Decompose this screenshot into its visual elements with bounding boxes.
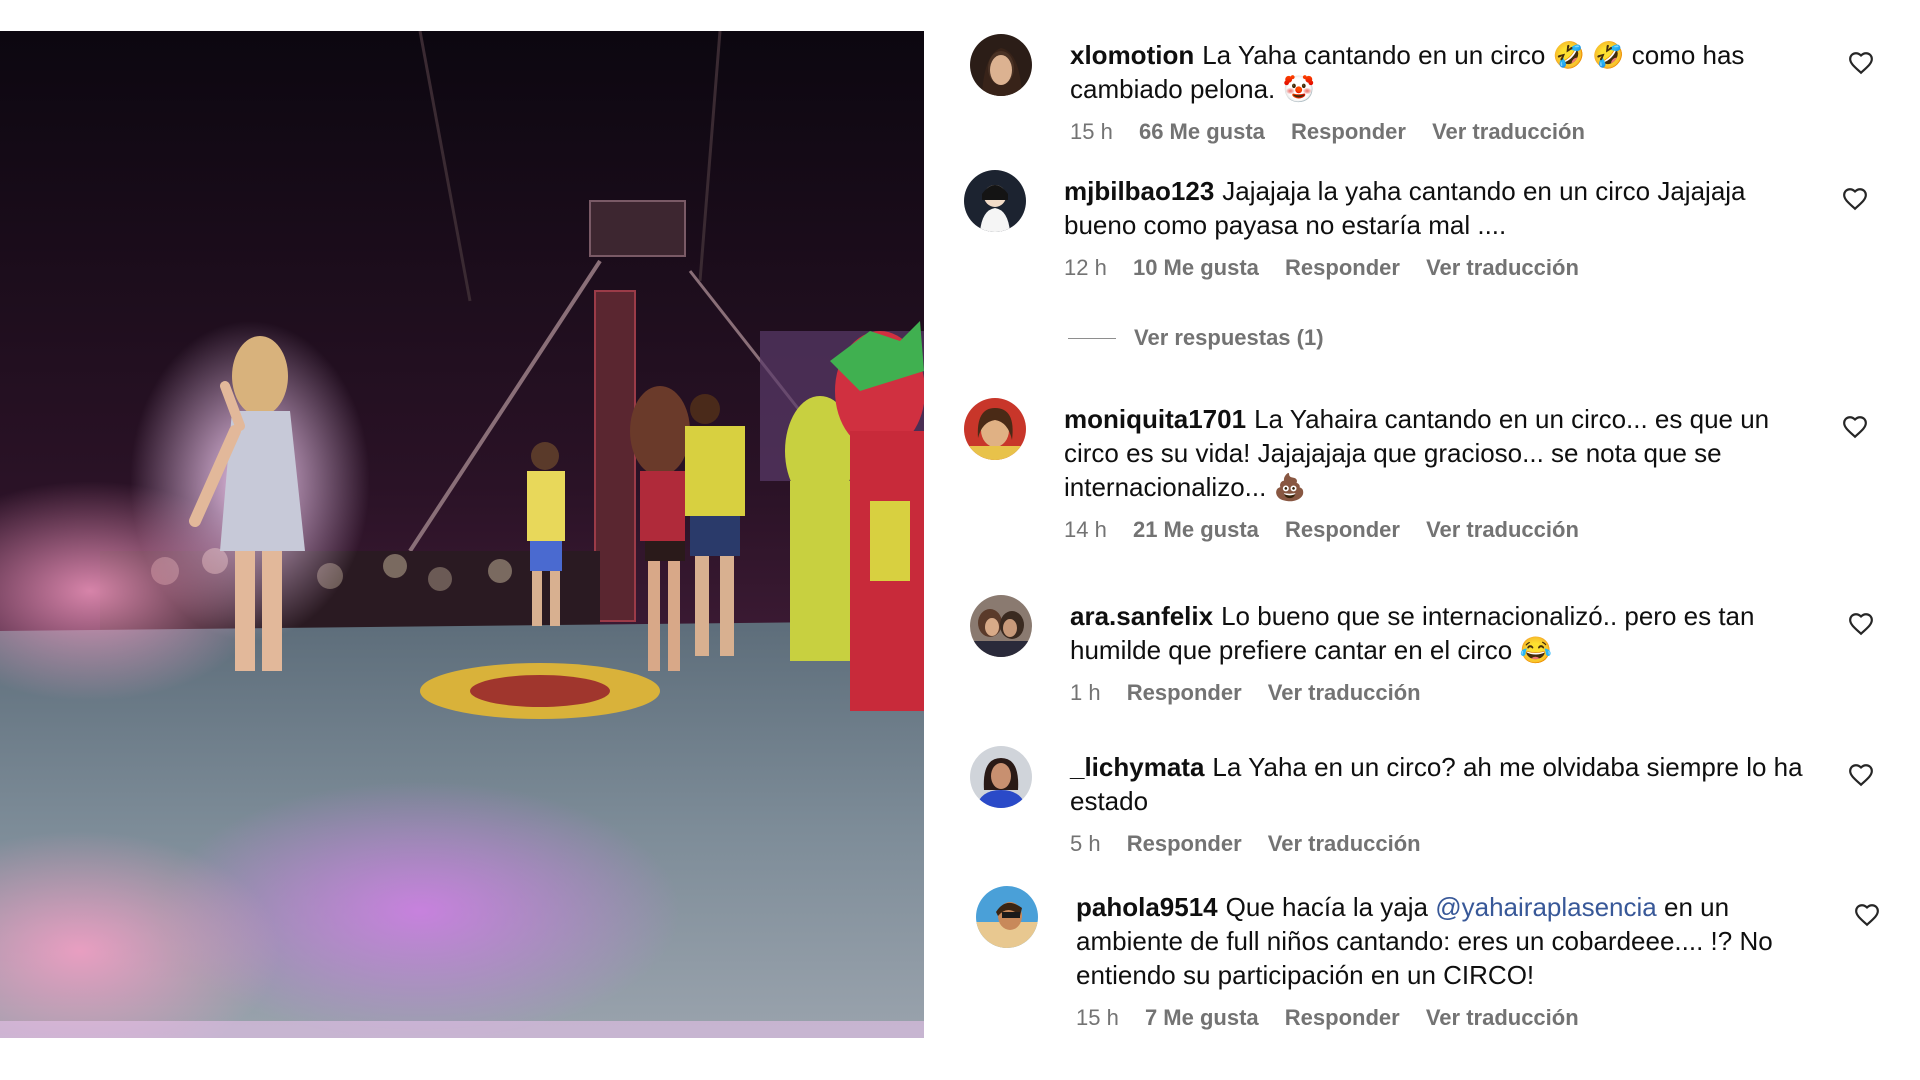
comment-body: xlomotion La Yaha cantando en un circo 🤣 … (1070, 38, 1830, 146)
reply-button[interactable]: Responder (1285, 255, 1400, 280)
heart-outline-icon[interactable] (1854, 902, 1880, 928)
reply-button[interactable]: Responder (1291, 119, 1406, 144)
avatar-image (970, 746, 1032, 808)
heart-outline-icon[interactable] (1848, 50, 1874, 76)
comment-meta: 15 h 66 Me gusta Responder Ver traducció… (1070, 118, 1830, 146)
translate-button[interactable]: Ver traducción (1432, 119, 1585, 144)
mention-link[interactable]: @yahairaplasencia (1435, 892, 1657, 922)
avatar-image (970, 595, 1032, 657)
comments-list: xlomotion La Yaha cantando en un circo 🤣 … (960, 0, 1900, 1080)
avatar-image (976, 886, 1038, 948)
comment-time[interactable]: 5 h (1070, 831, 1101, 856)
comment-likes[interactable]: 10 Me gusta (1133, 255, 1259, 280)
comment-meta: 5 h Responder Ver traducción (1070, 830, 1830, 858)
comment-meta: 15 h 7 Me gusta Responder Ver traducción (1076, 1004, 1836, 1032)
translate-button[interactable]: Ver traducción (1426, 255, 1579, 280)
comment-body: ara.sanfelix Lo bueno que se internaciona… (1070, 599, 1830, 707)
comment-meta: 12 h 10 Me gusta Responder Ver traducció… (1064, 254, 1824, 282)
comment-time[interactable]: 12 h (1064, 255, 1107, 280)
comment-meta: 1 h Responder Ver traducción (1070, 679, 1830, 707)
comment-username[interactable]: xlomotion (1070, 40, 1194, 70)
translate-button[interactable]: Ver traducción (1426, 517, 1579, 542)
view-replies-label[interactable]: Ver respuestas (1) (1134, 324, 1324, 352)
translate-button[interactable]: Ver traducción (1268, 831, 1421, 856)
avatar[interactable] (964, 398, 1026, 460)
heart-outline-icon[interactable] (1848, 762, 1874, 788)
comment-username[interactable]: ara.sanfelix (1070, 601, 1213, 631)
heart-outline-icon[interactable] (1842, 414, 1868, 440)
reply-button[interactable]: Responder (1127, 831, 1242, 856)
comment-likes[interactable]: 21 Me gusta (1133, 517, 1259, 542)
reply-button[interactable]: Responder (1285, 1005, 1400, 1030)
heart-outline-icon[interactable] (1848, 611, 1874, 637)
translate-button[interactable]: Ver traducción (1426, 1005, 1579, 1030)
comment-body: moniquita1701 La Yahaira cantando en un c… (1064, 402, 1824, 544)
circus-stage-photo (0, 31, 924, 1038)
avatar-image (964, 170, 1026, 232)
comment-time[interactable]: 15 h (1076, 1005, 1119, 1030)
reply-button[interactable]: Responder (1285, 517, 1400, 542)
comment-time[interactable]: 14 h (1064, 517, 1107, 542)
comment-body: _lichymata La Yaha en un circo? ah me olv… (1070, 750, 1830, 858)
translate-button[interactable]: Ver traducción (1268, 680, 1421, 705)
comment-likes[interactable]: 7 Me gusta (1145, 1005, 1259, 1030)
comment-time[interactable]: 15 h (1070, 119, 1113, 144)
comment-username[interactable]: _lichymata (1070, 752, 1204, 782)
heart-outline-icon[interactable] (1842, 186, 1868, 212)
comment-likes[interactable]: 66 Me gusta (1139, 119, 1265, 144)
avatar[interactable] (964, 170, 1026, 232)
comment-meta: 14 h 21 Me gusta Responder Ver traducció… (1064, 516, 1824, 544)
comment-text: Que hacía la yaja (1225, 892, 1428, 922)
avatar-image (964, 398, 1026, 460)
view-replies-button[interactable]: Ver respuestas (1) (1068, 324, 1324, 352)
avatar[interactable] (970, 595, 1032, 657)
post-photo (0, 31, 924, 1038)
comment-body: mjbilbao123 Jajajaja la yaha cantando en … (1064, 174, 1824, 282)
avatar[interactable] (970, 34, 1032, 96)
comment-username[interactable]: pahola9514 (1076, 892, 1218, 922)
avatar[interactable] (970, 746, 1032, 808)
reply-button[interactable]: Responder (1127, 680, 1242, 705)
comment-username[interactable]: mjbilbao123 (1064, 176, 1214, 206)
replies-divider (1068, 337, 1116, 339)
avatar-image (970, 34, 1032, 96)
comment-body: pahola9514 Que hacía la yaja @yahairaplas… (1076, 890, 1836, 1032)
avatar[interactable] (976, 886, 1038, 948)
comment-time[interactable]: 1 h (1070, 680, 1101, 705)
comment-username[interactable]: moniquita1701 (1064, 404, 1246, 434)
